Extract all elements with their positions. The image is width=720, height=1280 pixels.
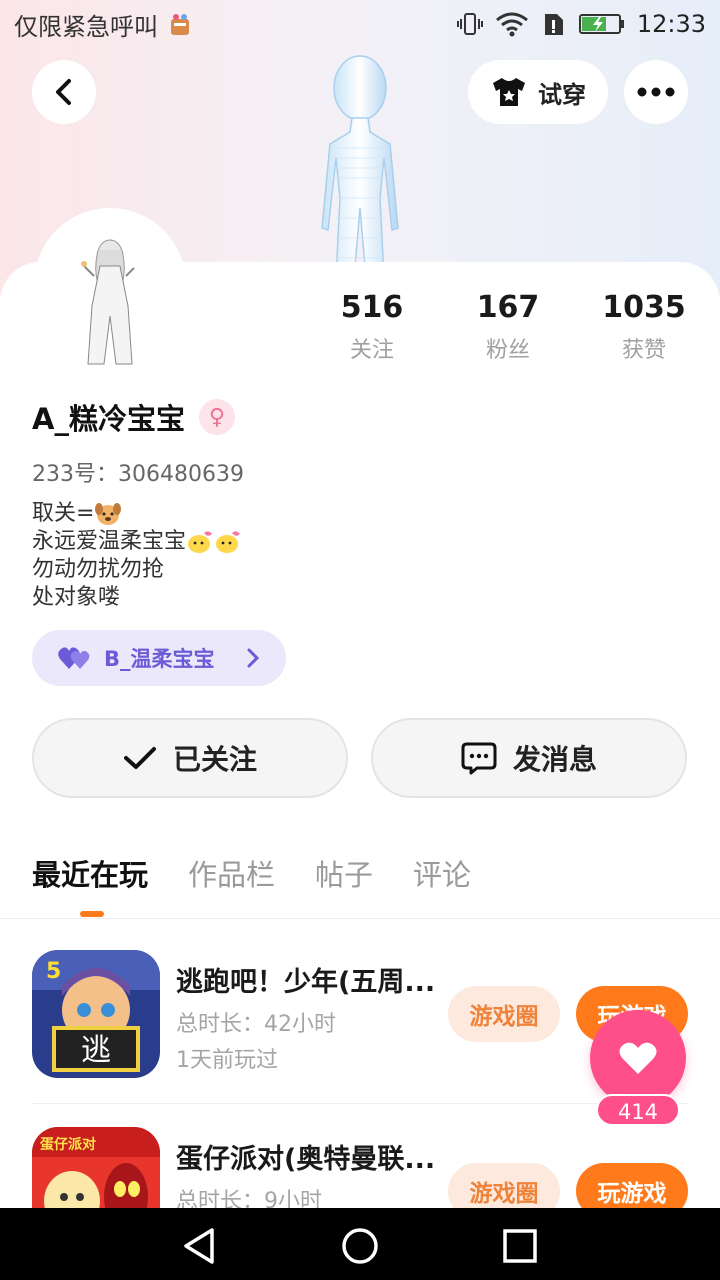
- bio-text: 永远爱温柔宝宝: [32, 529, 187, 554]
- active-tab-indicator: [80, 911, 104, 917]
- bio-line: 处对象喽: [32, 584, 242, 612]
- divider: [32, 1103, 688, 1104]
- stat-value: 1035: [602, 290, 686, 325]
- chat-bubble-icon: [461, 742, 497, 775]
- bio-text: 处对象喽: [32, 585, 121, 610]
- game-title: 逃跑吧！少年(五周...: [176, 967, 436, 998]
- status-bar: 仅限紧急呼叫 12:33: [0, 0, 720, 48]
- sim-icon: [544, 14, 563, 35]
- send-message-label: 发消息: [512, 743, 597, 776]
- nav-back-icon[interactable]: [180, 1226, 220, 1266]
- stat-value: 516: [340, 290, 404, 325]
- check-icon: [123, 747, 156, 769]
- game-last-played: 1天前玩过: [176, 1048, 278, 1073]
- profile-tabs: 最近在玩 作品栏 帖子 评论: [32, 852, 471, 894]
- username: A_糕冷宝宝: [32, 402, 185, 436]
- svg-text:逃: 逃: [81, 1033, 111, 1068]
- followed-label: 已关注: [172, 743, 257, 776]
- bio-line: 勿动勿扰勿抢: [32, 556, 242, 584]
- play-game-button[interactable]: 玩游戏: [576, 1163, 688, 1208]
- user-id: 233号：306480639: [32, 462, 244, 487]
- bio-line: 永远爱温柔宝宝: [32, 528, 242, 556]
- chevron-right-icon: [247, 648, 260, 668]
- nav-recents-icon[interactable]: [500, 1226, 540, 1266]
- try-on-label: 试穿: [538, 80, 586, 109]
- vibrate-icon: [456, 13, 483, 35]
- bio-line: 取关=: [32, 500, 242, 528]
- app-notification-icon: [171, 14, 189, 35]
- stat-label: 获赞: [621, 338, 666, 363]
- svg-text:5: 5: [46, 959, 61, 984]
- tab-recently-played[interactable]: 最近在玩: [32, 852, 148, 894]
- floating-like-button[interactable]: [590, 1010, 686, 1106]
- chevron-left-icon: [56, 79, 71, 105]
- game-circle-button[interactable]: 游戏圈: [448, 986, 560, 1042]
- game-title: 蛋仔派对(奥特曼联...: [176, 1144, 436, 1175]
- chick-emoji-icon: [188, 531, 241, 553]
- avatar-3d-figure: [321, 55, 399, 278]
- status-time: 12:33: [636, 10, 706, 38]
- followed-button[interactable]: 已关注: [32, 718, 348, 798]
- tshirt-icon: [493, 78, 525, 106]
- stat-label: 粉丝: [485, 338, 530, 363]
- battery-charging-icon: [578, 14, 624, 34]
- female-gender-icon: ♀: [198, 399, 235, 435]
- stat-value: 167: [476, 290, 540, 325]
- username-row: A_糕冷宝宝 ♀: [32, 396, 235, 438]
- stat-followers[interactable]: 167 粉丝: [438, 290, 578, 364]
- double-heart-icon: [58, 647, 90, 669]
- svg-text:蛋仔派对: 蛋仔派对: [40, 1136, 96, 1153]
- bio: 取关= 永远爱温柔宝宝 勿动勿扰勿抢 处对象喽: [32, 500, 242, 612]
- list-item[interactable]: 蛋仔派对 蛋仔派对(奥特曼联... 总时长：9小时 游戏圈 玩游戏: [32, 1127, 688, 1208]
- cp-relationship-pill[interactable]: B_温柔宝宝: [32, 630, 286, 686]
- try-on-button[interactable]: 试穿: [468, 60, 608, 124]
- divider: [0, 918, 720, 919]
- heart-icon: [619, 1042, 657, 1074]
- like-count-badge: 414: [596, 1094, 680, 1126]
- bio-text: 勿动勿扰勿抢: [32, 557, 165, 582]
- game-icon: 蛋仔派对: [32, 1127, 160, 1208]
- game-duration: 总时长：42小时: [176, 1012, 336, 1037]
- stat-label: 关注: [349, 338, 394, 363]
- send-message-button[interactable]: 发消息: [371, 718, 687, 798]
- tab-comments[interactable]: 评论: [413, 852, 471, 894]
- back-button[interactable]: [32, 60, 96, 124]
- nav-home-icon[interactable]: [340, 1226, 380, 1266]
- game-icon: 逃 5: [32, 950, 160, 1078]
- profile-stats: 516 关注 167 粉丝 1035 获赞: [300, 290, 710, 370]
- tab-works[interactable]: 作品栏: [188, 852, 275, 894]
- stat-following[interactable]: 516 关注: [302, 290, 442, 364]
- cp-name: B_温柔宝宝: [104, 647, 215, 671]
- avatar[interactable]: [34, 208, 186, 368]
- bio-text: 取关=: [32, 501, 95, 526]
- stat-likes[interactable]: 1035 获赞: [574, 290, 714, 364]
- more-dots-icon: [637, 87, 675, 97]
- more-button[interactable]: [624, 60, 688, 124]
- dog-emoji-icon: [95, 503, 122, 525]
- tab-posts[interactable]: 帖子: [315, 852, 373, 894]
- avatar-image: [81, 239, 135, 365]
- game-duration: 总时长：9小时: [176, 1189, 322, 1208]
- game-circle-button[interactable]: 游戏圈: [448, 1163, 560, 1208]
- carrier-text: 仅限紧急呼叫: [14, 12, 158, 41]
- system-nav-bar: [0, 1208, 720, 1280]
- wifi-icon: [495, 12, 528, 37]
